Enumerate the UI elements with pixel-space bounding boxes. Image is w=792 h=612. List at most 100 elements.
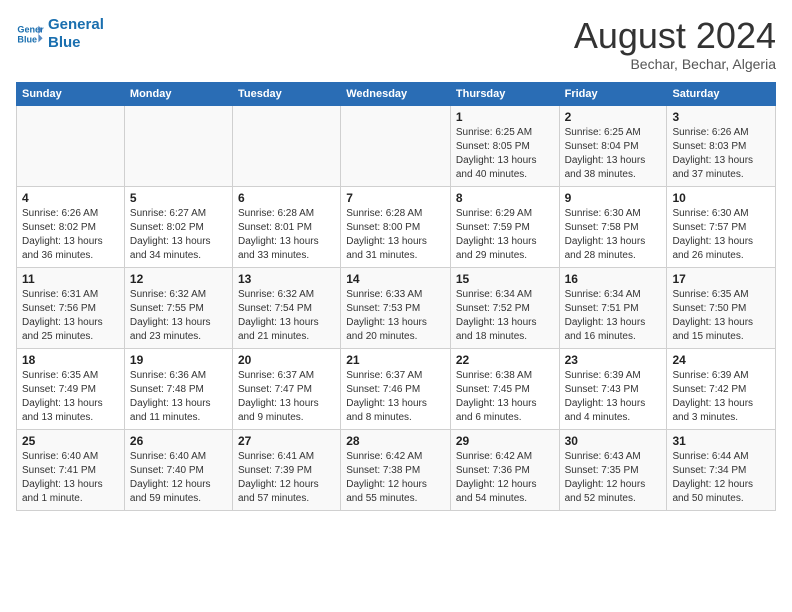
day-number: 27 — [238, 434, 335, 448]
col-header-monday: Monday — [124, 82, 232, 105]
day-cell: 21 Sunrise: 6:37 AM Sunset: 7:46 PM Dayli… — [341, 348, 451, 429]
day-info: Sunrise: 6:32 AM Sunset: 7:55 PM Dayligh… — [130, 288, 227, 344]
day-cell: 30 Sunrise: 6:43 AM Sunset: 7:35 PM Dayli… — [559, 429, 667, 510]
day-number: 13 — [238, 272, 335, 286]
day-cell: 2 Sunrise: 6:25 AM Sunset: 8:04 PM Daylig… — [559, 105, 667, 186]
day-number: 1 — [456, 110, 554, 124]
day-info: Sunrise: 6:42 AM Sunset: 7:36 PM Dayligh… — [456, 450, 554, 506]
day-number: 16 — [565, 272, 662, 286]
day-info: Sunrise: 6:25 AM Sunset: 8:05 PM Dayligh… — [456, 126, 554, 182]
day-info: Sunrise: 6:31 AM Sunset: 7:56 PM Dayligh… — [22, 288, 119, 344]
day-number: 25 — [22, 434, 119, 448]
svg-text:Blue: Blue — [17, 34, 37, 44]
day-cell: 23 Sunrise: 6:39 AM Sunset: 7:43 PM Dayli… — [559, 348, 667, 429]
day-info: Sunrise: 6:34 AM Sunset: 7:51 PM Dayligh… — [565, 288, 662, 344]
day-number: 11 — [22, 272, 119, 286]
day-cell: 5 Sunrise: 6:27 AM Sunset: 8:02 PM Daylig… — [124, 186, 232, 267]
logo-text: GeneralBlue — [48, 16, 104, 52]
day-number: 17 — [672, 272, 770, 286]
header: General Blue GeneralBlue August 2024 Bec… — [16, 16, 776, 72]
day-cell: 7 Sunrise: 6:28 AM Sunset: 8:00 PM Daylig… — [341, 186, 451, 267]
day-info: Sunrise: 6:40 AM Sunset: 7:40 PM Dayligh… — [130, 450, 227, 506]
day-cell: 20Sunrise: 6:37 AM Sunset: 7:47 PM Dayli… — [232, 348, 340, 429]
day-cell: 16 Sunrise: 6:34 AM Sunset: 7:51 PM Dayli… — [559, 267, 667, 348]
col-header-thursday: Thursday — [450, 82, 559, 105]
day-cell: 15 Sunrise: 6:34 AM Sunset: 7:52 PM Dayli… — [450, 267, 559, 348]
logo: General Blue GeneralBlue — [16, 16, 104, 52]
day-info: Sunrise: 6:35 AM Sunset: 7:49 PM Dayligh… — [22, 369, 119, 425]
main-title: August 2024 — [574, 16, 776, 56]
day-info: Sunrise: 6:30 AM Sunset: 7:57 PM Dayligh… — [672, 207, 770, 263]
week-row-1: 1 Sunrise: 6:25 AM Sunset: 8:05 PM Daylig… — [17, 105, 776, 186]
day-info: Sunrise: 6:34 AM Sunset: 7:52 PM Dayligh… — [456, 288, 554, 344]
day-cell: 9Sunrise: 6:30 AM Sunset: 7:58 PM Daylig… — [559, 186, 667, 267]
day-number: 10 — [672, 191, 770, 205]
day-number: 2 — [565, 110, 662, 124]
day-number: 7 — [346, 191, 445, 205]
calendar-table: SundayMondayTuesdayWednesdayThursdayFrid… — [16, 82, 776, 511]
day-cell: 27 Sunrise: 6:41 AM Sunset: 7:39 PM Dayli… — [232, 429, 340, 510]
day-cell: 10 Sunrise: 6:30 AM Sunset: 7:57 PM Dayli… — [667, 186, 776, 267]
day-info: Sunrise: 6:41 AM Sunset: 7:39 PM Dayligh… — [238, 450, 335, 506]
day-info: Sunrise: 6:36 AM Sunset: 7:48 PM Dayligh… — [130, 369, 227, 425]
day-cell: 24Sunrise: 6:39 AM Sunset: 7:42 PM Dayli… — [667, 348, 776, 429]
day-cell: 22Sunrise: 6:38 AM Sunset: 7:45 PM Dayli… — [450, 348, 559, 429]
day-cell: 31Sunrise: 6:44 AM Sunset: 7:34 PM Dayli… — [667, 429, 776, 510]
day-info: Sunrise: 6:37 AM Sunset: 7:46 PM Dayligh… — [346, 369, 445, 425]
day-cell — [124, 105, 232, 186]
day-cell: 4 Sunrise: 6:26 AM Sunset: 8:02 PM Daylig… — [17, 186, 125, 267]
day-info: Sunrise: 6:25 AM Sunset: 8:04 PM Dayligh… — [565, 126, 662, 182]
page: General Blue GeneralBlue August 2024 Bec… — [0, 0, 792, 612]
day-number: 18 — [22, 353, 119, 367]
day-info: Sunrise: 6:37 AM Sunset: 7:47 PM Dayligh… — [238, 369, 335, 425]
col-header-friday: Friday — [559, 82, 667, 105]
day-info: Sunrise: 6:43 AM Sunset: 7:35 PM Dayligh… — [565, 450, 662, 506]
day-info: Sunrise: 6:27 AM Sunset: 8:02 PM Dayligh… — [130, 207, 227, 263]
day-number: 29 — [456, 434, 554, 448]
day-number: 30 — [565, 434, 662, 448]
day-cell — [341, 105, 451, 186]
day-number: 14 — [346, 272, 445, 286]
logo-icon: General Blue — [16, 20, 44, 48]
day-number: 21 — [346, 353, 445, 367]
day-number: 12 — [130, 272, 227, 286]
subtitle: Bechar, Bechar, Algeria — [574, 56, 776, 72]
day-cell: 29 Sunrise: 6:42 AM Sunset: 7:36 PM Dayli… — [450, 429, 559, 510]
day-cell: 25Sunrise: 6:40 AM Sunset: 7:41 PM Dayli… — [17, 429, 125, 510]
day-cell: 18 Sunrise: 6:35 AM Sunset: 7:49 PM Dayli… — [17, 348, 125, 429]
day-info: Sunrise: 6:33 AM Sunset: 7:53 PM Dayligh… — [346, 288, 445, 344]
day-number: 8 — [456, 191, 554, 205]
day-cell: 3Sunrise: 6:26 AM Sunset: 8:03 PM Daylig… — [667, 105, 776, 186]
day-cell: 17Sunrise: 6:35 AM Sunset: 7:50 PM Dayli… — [667, 267, 776, 348]
day-cell: 19 Sunrise: 6:36 AM Sunset: 7:48 PM Dayli… — [124, 348, 232, 429]
day-number: 4 — [22, 191, 119, 205]
day-cell — [232, 105, 340, 186]
day-number: 28 — [346, 434, 445, 448]
day-cell: 26 Sunrise: 6:40 AM Sunset: 7:40 PM Dayli… — [124, 429, 232, 510]
day-info: Sunrise: 6:28 AM Sunset: 8:00 PM Dayligh… — [346, 207, 445, 263]
day-number: 31 — [672, 434, 770, 448]
day-cell: 14 Sunrise: 6:33 AM Sunset: 7:53 PM Dayli… — [341, 267, 451, 348]
day-number: 6 — [238, 191, 335, 205]
day-info: Sunrise: 6:26 AM Sunset: 8:02 PM Dayligh… — [22, 207, 119, 263]
day-number: 19 — [130, 353, 227, 367]
day-cell: 12 Sunrise: 6:32 AM Sunset: 7:55 PM Dayli… — [124, 267, 232, 348]
day-number: 23 — [565, 353, 662, 367]
day-cell: 28Sunrise: 6:42 AM Sunset: 7:38 PM Dayli… — [341, 429, 451, 510]
day-number: 3 — [672, 110, 770, 124]
day-info: Sunrise: 6:39 AM Sunset: 7:43 PM Dayligh… — [565, 369, 662, 425]
day-info: Sunrise: 6:28 AM Sunset: 8:01 PM Dayligh… — [238, 207, 335, 263]
week-row-5: 25Sunrise: 6:40 AM Sunset: 7:41 PM Dayli… — [17, 429, 776, 510]
col-header-saturday: Saturday — [667, 82, 776, 105]
day-cell: 8 Sunrise: 6:29 AM Sunset: 7:59 PM Daylig… — [450, 186, 559, 267]
day-number: 15 — [456, 272, 554, 286]
col-header-tuesday: Tuesday — [232, 82, 340, 105]
day-cell: 11 Sunrise: 6:31 AM Sunset: 7:56 PM Dayli… — [17, 267, 125, 348]
day-info: Sunrise: 6:29 AM Sunset: 7:59 PM Dayligh… — [456, 207, 554, 263]
week-row-2: 4 Sunrise: 6:26 AM Sunset: 8:02 PM Daylig… — [17, 186, 776, 267]
title-block: August 2024 Bechar, Bechar, Algeria — [574, 16, 776, 72]
day-number: 5 — [130, 191, 227, 205]
day-number: 26 — [130, 434, 227, 448]
week-row-3: 11 Sunrise: 6:31 AM Sunset: 7:56 PM Dayli… — [17, 267, 776, 348]
day-info: Sunrise: 6:39 AM Sunset: 7:42 PM Dayligh… — [672, 369, 770, 425]
